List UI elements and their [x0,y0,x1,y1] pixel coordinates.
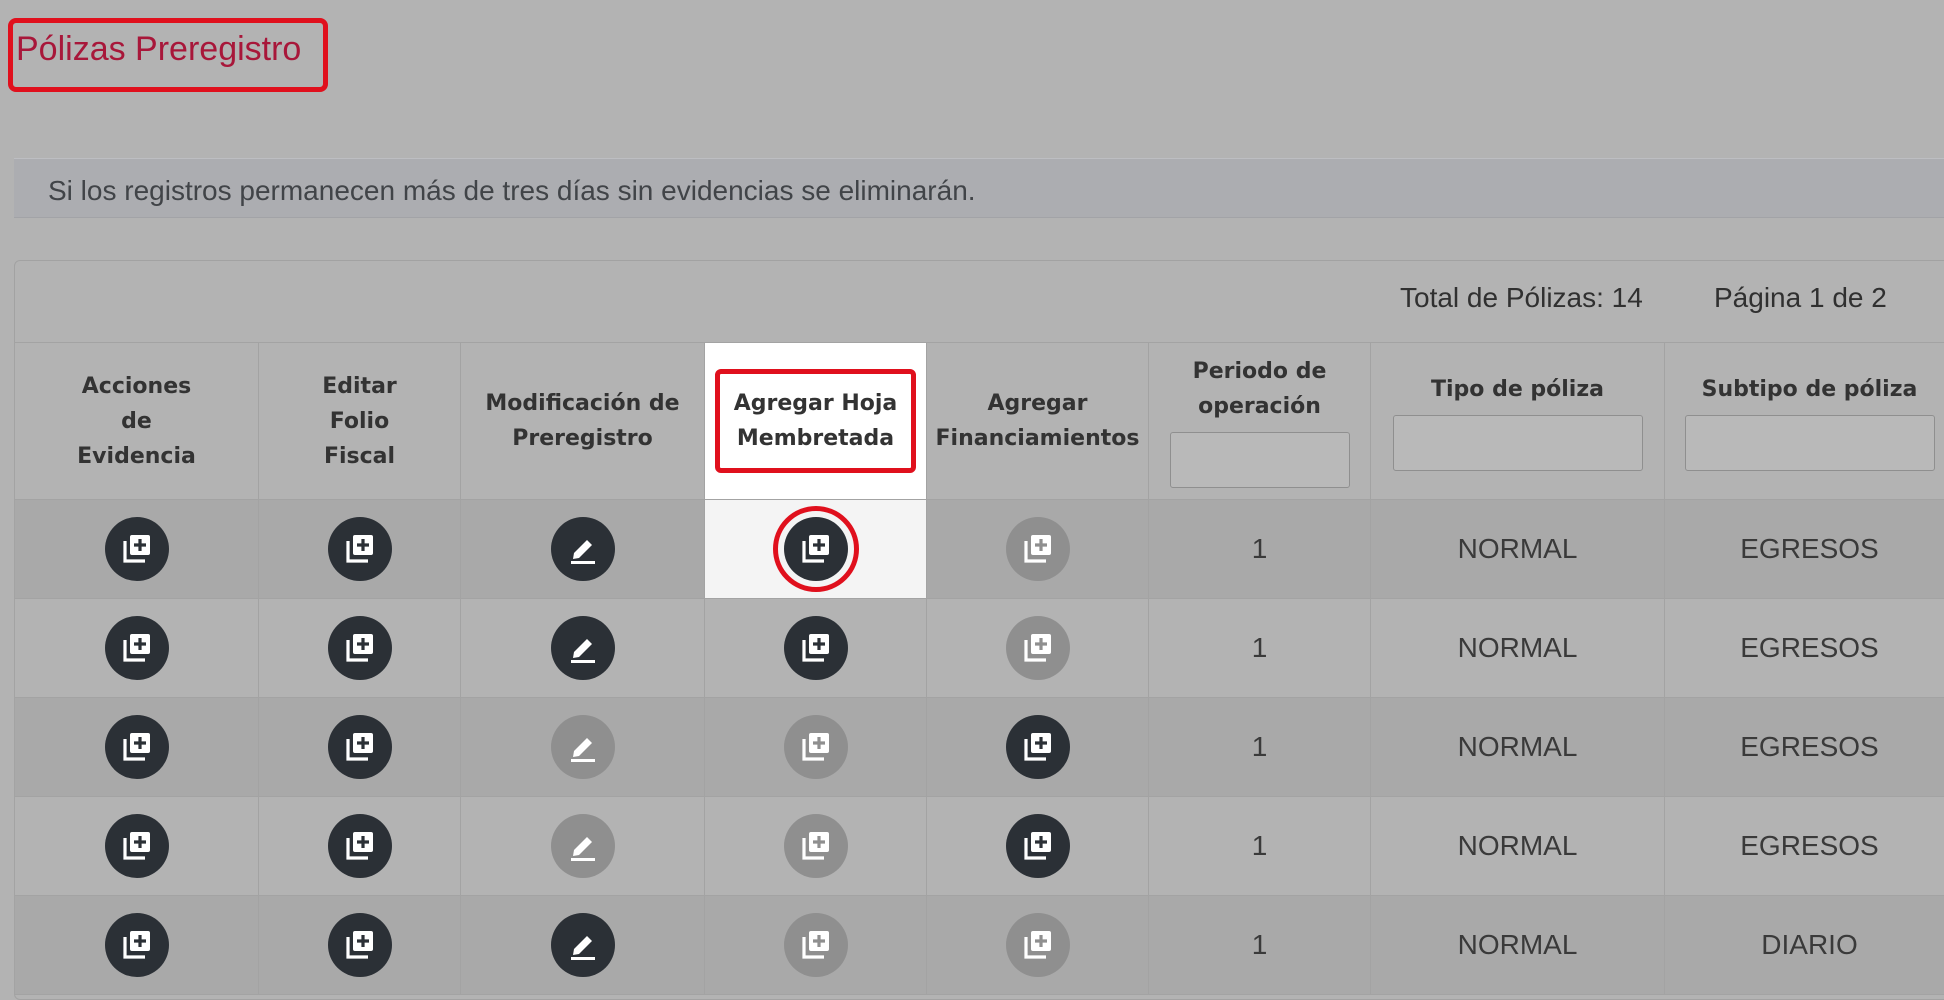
acciones-evidencia-button[interactable] [105,814,169,878]
table-row: 1NORMALEGRESOS [15,500,1944,599]
column-header-editar-folio: EditarFolioFiscal [259,343,461,500]
cell-editar-folio [259,698,461,797]
cell-editar-folio [259,896,461,995]
cell-subtipo: EGRESOS [1665,797,1944,896]
editar-folio-button[interactable] [328,913,392,977]
cell-modificacion [461,896,705,995]
modificacion-button [551,715,615,779]
cell-hoja-membretada [705,599,927,698]
cell-acciones-evidencia [15,698,259,797]
cell-financiamientos [927,698,1149,797]
column-header-tipo: Tipo de póliza [1371,343,1665,500]
cell-financiamientos [927,500,1149,599]
cell-tipo: NORMAL [1371,500,1665,599]
cell-acciones-evidencia [15,797,259,896]
cell-subtipo: DIARIO [1665,896,1944,995]
editar-folio-button[interactable] [328,715,392,779]
periodo-filter-input[interactable] [1170,432,1350,488]
hoja-membretada-button[interactable] [784,616,848,680]
cell-financiamientos [927,797,1149,896]
column-header-financiamientos: AgregarFinanciamientos [927,343,1149,500]
table-row: 1NORMALEGRESOS [15,698,1944,797]
cell-modificacion [461,599,705,698]
cell-periodo: 1 [1149,599,1371,698]
cell-tipo: NORMAL [1371,896,1665,995]
cell-hoja-membretada [705,500,927,599]
total-polizas-label: Total de Pólizas: 14 [1400,282,1643,322]
modificacion-button[interactable] [551,616,615,680]
pagination-label: Página 1 de 2 [1714,282,1887,322]
column-header-periodo: Periodo deoperación [1149,343,1371,500]
cell-subtipo: EGRESOS [1665,599,1944,698]
cell-acciones-evidencia [15,599,259,698]
acciones-evidencia-button[interactable] [105,715,169,779]
subtipo-filter-input[interactable] [1685,415,1935,471]
column-header-subtipo: Subtipo de póliza [1665,343,1944,500]
cell-modificacion [461,797,705,896]
cell-editar-folio [259,500,461,599]
cell-hoja-membretada [705,797,927,896]
column-header-modificacion: Modificación dePreregistro [461,343,705,500]
financiamientos-button[interactable] [1006,814,1070,878]
cell-acciones-evidencia [15,896,259,995]
cell-periodo: 1 [1149,500,1371,599]
cell-acciones-evidencia [15,500,259,599]
cell-modificacion [461,698,705,797]
cell-modificacion [461,500,705,599]
hoja-membretada-highlight: Agregar HojaMembretada [715,369,917,473]
financiamientos-button [1006,517,1070,581]
cell-subtipo: EGRESOS [1665,500,1944,599]
hoja-membretada-button [784,913,848,977]
acciones-evidencia-button[interactable] [105,616,169,680]
acciones-evidencia-button[interactable] [105,517,169,581]
financiamientos-button [1006,913,1070,977]
column-header-acciones-evidencia: AccionesdeEvidencia [15,343,259,500]
table-row: 1NORMALEGRESOS [15,797,1944,896]
tipo-filter-input[interactable] [1393,415,1643,471]
table-body: 1NORMALEGRESOS1NORMALEGRESOS1NORMALEGRES… [15,500,1944,995]
cell-hoja-membretada [705,896,927,995]
cell-periodo: 1 [1149,698,1371,797]
cell-financiamientos [927,599,1149,698]
modificacion-button[interactable] [551,517,615,581]
hoja-membretada-button [784,814,848,878]
editar-folio-button[interactable] [328,517,392,581]
hoja-membretada-button [784,715,848,779]
notice-alert: Si los registros permanecen más de tres … [14,158,1944,218]
table-row: 1NORMALEGRESOS [15,599,1944,698]
cell-tipo: NORMAL [1371,698,1665,797]
polizas-table: AccionesdeEvidencia EditarFolioFiscal Mo… [14,342,1944,995]
column-header-hoja-membretada: Agregar HojaMembretada [705,343,927,500]
cell-subtipo: EGRESOS [1665,698,1944,797]
financiamientos-button[interactable] [1006,715,1070,779]
page-title: Pólizas Preregistro [16,30,301,69]
hoja-membretada-button[interactable] [784,517,848,581]
acciones-evidencia-button[interactable] [105,913,169,977]
table-header-row: AccionesdeEvidencia EditarFolioFiscal Mo… [15,343,1944,500]
modificacion-button [551,814,615,878]
hoja-membretada-ring-highlight [773,506,859,592]
cell-hoja-membretada [705,698,927,797]
cell-financiamientos [927,896,1149,995]
cell-editar-folio [259,797,461,896]
editar-folio-button[interactable] [328,814,392,878]
cell-tipo: NORMAL [1371,797,1665,896]
cell-tipo: NORMAL [1371,599,1665,698]
cell-periodo: 1 [1149,797,1371,896]
editar-folio-button[interactable] [328,616,392,680]
cell-periodo: 1 [1149,896,1371,995]
cell-editar-folio [259,599,461,698]
table-row: 1NORMALDIARIO [15,896,1944,995]
modificacion-button[interactable] [551,913,615,977]
financiamientos-button [1006,616,1070,680]
